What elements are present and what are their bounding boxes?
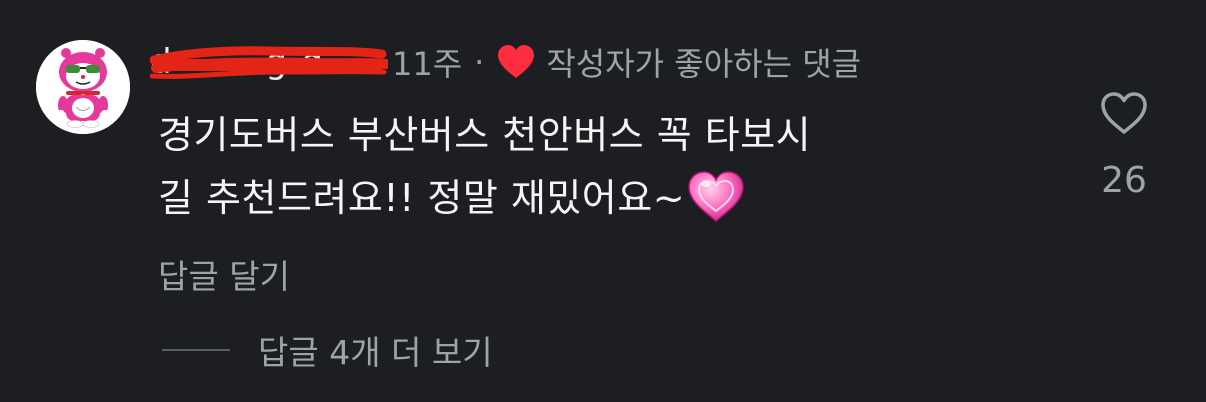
meta-separator: · xyxy=(474,43,485,81)
pink-sparkle-heart-emoji-icon xyxy=(688,171,744,223)
avatar-character-icon xyxy=(36,40,130,134)
comment-body-line-2-text: 길 추천드려요!! 정말 재밌어요~ xyxy=(158,176,686,220)
liked-by-author-label: 작성자가 좋아하는 댓글 xyxy=(546,45,862,83)
comment-time: 11주 xyxy=(392,45,463,83)
like-column: 26 xyxy=(1094,90,1154,201)
comment-meta: d-------g-d 11주 · 작성자가 좋아하는 댓글 xyxy=(150,38,861,86)
red-heart-icon xyxy=(498,45,535,78)
like-count: 26 xyxy=(1101,160,1147,201)
comment: d-------g-d 11주 · 작성자가 좋아하는 댓글 경기도버스 부산버… xyxy=(0,0,1206,402)
view-replies-divider xyxy=(162,349,230,351)
username-container[interactable]: d-------g-d xyxy=(150,38,390,86)
redaction-scribble xyxy=(150,46,388,79)
reply-button[interactable]: 답글 달기 xyxy=(158,250,290,298)
view-replies-label: 답글 4개 더 보기 xyxy=(258,333,493,372)
comment-body-line-2: 길 추천드려요!! 정말 재밌어요~ xyxy=(158,167,1058,230)
comment-body-line-1: 경기도버스 부산버스 천안버스 꼭 타보시 xyxy=(158,113,812,157)
view-replies-button[interactable]: 답글 4개 더 보기 xyxy=(162,326,493,374)
comment-body: 경기도버스 부산버스 천안버스 꼭 타보시 길 추천드려요!! 정말 재밌어요~ xyxy=(158,104,1058,230)
heart-outline-icon[interactable] xyxy=(1099,90,1149,136)
avatar[interactable] xyxy=(36,40,130,134)
